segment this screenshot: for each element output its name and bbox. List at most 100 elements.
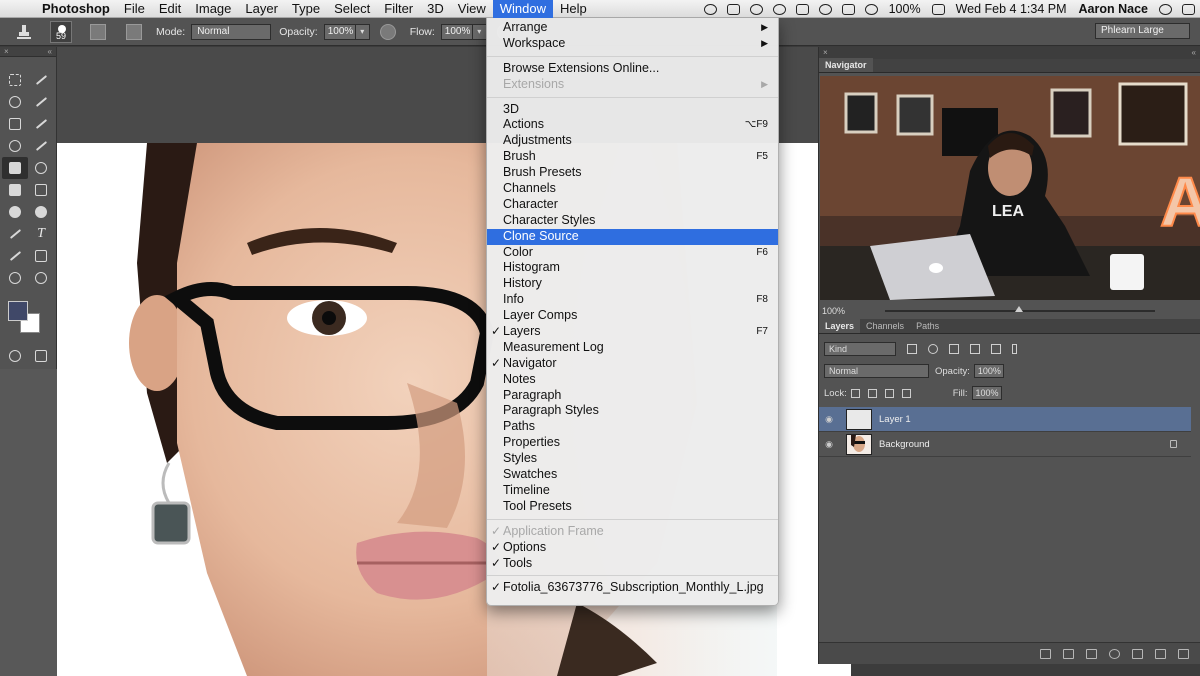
filter-smart-object-icon[interactable] [991, 344, 1001, 354]
filter-type-icon[interactable] [949, 344, 959, 354]
menu-item-adjustments[interactable]: Adjustments [487, 133, 778, 149]
menu-item-properties[interactable]: Properties [487, 435, 778, 451]
menu-item-histogram[interactable]: Histogram [487, 260, 778, 276]
filter-toggle-icon[interactable] [1012, 344, 1017, 354]
menu-app-name[interactable]: Photoshop [40, 0, 117, 18]
mode-select[interactable]: Normal [191, 23, 272, 40]
eyedropper-tool[interactable] [28, 113, 54, 135]
healing-brush-tool[interactable] [2, 135, 28, 157]
menu-item-arrange[interactable]: Arrange ▶ [487, 20, 778, 36]
layer-lock-icon[interactable] [1170, 440, 1177, 448]
menu-3d[interactable]: 3D [420, 0, 451, 18]
collapse-panel-icon[interactable]: « [48, 47, 52, 56]
workspace-preset-select[interactable]: Phlearn Large [1095, 23, 1190, 39]
tools-panel-header[interactable]: × « [0, 47, 56, 57]
lock-pixels-icon[interactable] [867, 388, 877, 398]
filter-adjustment-icon[interactable] [928, 344, 938, 354]
visibility-eye-icon[interactable]: ◉ [819, 439, 839, 450]
delete-layer-trash-icon[interactable] [1178, 648, 1189, 659]
new-layer-icon[interactable] [1155, 648, 1166, 659]
menu-item-paths[interactable]: Paths [487, 419, 778, 435]
filter-pixel-icon[interactable] [907, 344, 917, 354]
menu-help[interactable]: Help [553, 0, 594, 18]
menu-image[interactable]: Image [188, 0, 238, 18]
navigator-zoom-value[interactable]: 100% [822, 306, 845, 316]
navigator-zoom-slider[interactable] [885, 305, 1156, 312]
toggle-clone-source-panel-icon[interactable] [126, 23, 142, 40]
blur-tool[interactable] [2, 201, 28, 223]
flow-dropdown-icon[interactable]: ▾ [472, 23, 487, 40]
blend-mode-select[interactable]: Normal [824, 364, 929, 378]
flow-field[interactable]: 100% [440, 23, 473, 40]
notification-bell-icon[interactable] [772, 3, 786, 15]
add-mask-icon[interactable] [1086, 648, 1097, 659]
rectangle-tool[interactable] [28, 245, 54, 267]
menu-item-workspace[interactable]: Workspace ▶ [487, 36, 778, 52]
menu-item-brush-presets[interactable]: Brush Presets [487, 165, 778, 181]
magic-wand-tool[interactable] [28, 91, 54, 113]
filter-shape-icon[interactable] [970, 344, 980, 354]
fill-field[interactable]: 100% [971, 386, 1002, 400]
screen-mode-button[interactable] [28, 345, 54, 367]
wifi-icon[interactable] [864, 3, 878, 15]
crop-tool[interactable] [2, 113, 28, 135]
link-layers-icon[interactable] [1040, 648, 1051, 659]
menu-item-brush[interactable]: Brush F5 [487, 149, 778, 165]
menu-item-measurement-log[interactable]: Measurement Log [487, 340, 778, 356]
menu-item-actions[interactable]: Actions ⌥F9 [487, 117, 778, 133]
menu-item-layers[interactable]: ✓ Layers F7 [487, 324, 778, 340]
menu-item-layer-comps[interactable]: Layer Comps [487, 308, 778, 324]
display-icon[interactable] [795, 3, 809, 15]
menu-item-navigator[interactable]: ✓ Navigator [487, 356, 778, 372]
clone-stamp-tool[interactable] [2, 157, 28, 179]
tab-navigator[interactable]: Navigator [819, 58, 873, 72]
menu-item-info[interactable]: Info F8 [487, 292, 778, 308]
lock-transparent-icon[interactable] [850, 388, 860, 398]
menu-select[interactable]: Select [327, 0, 377, 18]
tab-channels[interactable]: Channels [860, 319, 910, 333]
close-panel-icon[interactable]: × [4, 47, 9, 56]
menu-item-character-styles[interactable]: Character Styles [487, 213, 778, 229]
new-group-folder-icon[interactable] [1132, 648, 1143, 659]
hand-tool[interactable] [2, 267, 28, 289]
menu-edit[interactable]: Edit [152, 0, 188, 18]
type-tool[interactable]: T [28, 223, 54, 245]
spotlight-search-icon[interactable] [1159, 3, 1172, 15]
layer-opacity-field[interactable]: 100% [973, 364, 1004, 378]
brush-tool[interactable] [28, 135, 54, 157]
battery-icon[interactable] [931, 3, 945, 15]
zoom-slider-knob[interactable] [1015, 305, 1024, 312]
layer-name[interactable]: Layer 1 [879, 414, 911, 425]
history-brush-tool[interactable] [28, 157, 54, 179]
toggle-brush-panel-icon[interactable] [90, 23, 106, 40]
menu-item-tool-presets[interactable]: Tool Presets [487, 499, 778, 515]
clone-stamp-tool-preset-icon[interactable] [8, 21, 40, 43]
clock[interactable]: Wed Feb 4 1:34 PM [950, 2, 1073, 16]
eraser-tool[interactable] [2, 179, 28, 201]
airplay-icon[interactable] [841, 3, 855, 15]
layer-name[interactable]: Background [879, 439, 930, 450]
menu-item-notes[interactable]: Notes [487, 372, 778, 388]
brush-size-picker[interactable]: 59 [50, 20, 72, 43]
menu-file[interactable]: File [117, 0, 152, 18]
navigator-preview[interactable]: A LEA [820, 76, 1200, 300]
menu-type[interactable]: Type [285, 0, 327, 18]
tab-paths[interactable]: Paths [910, 319, 945, 333]
layer-row-background[interactable]: ◉ Background [819, 432, 1191, 457]
menu-item-character[interactable]: Character [487, 197, 778, 213]
menu-item-color[interactable]: Color F6 [487, 245, 778, 261]
user-name[interactable]: Aaron Nace [1073, 2, 1154, 16]
menu-item-fotolia-63673776-subscription-monthly-l-jpg[interactable]: ✓ Fotolia_63673776_Subscription_Monthly_L… [487, 580, 778, 596]
menu-item-tools[interactable]: ✓ Tools [487, 556, 778, 572]
menu-filter[interactable]: Filter [377, 0, 420, 18]
menu-item-paragraph[interactable]: Paragraph [487, 388, 778, 404]
opacity-field[interactable]: 100% [323, 23, 356, 40]
lasso-tool[interactable] [2, 91, 28, 113]
menu-window[interactable]: Window [492, 0, 553, 18]
lock-all-icon[interactable] [901, 388, 911, 398]
menu-item-swatches[interactable]: Swatches [487, 467, 778, 483]
creative-cloud-icon[interactable] [749, 3, 763, 15]
layer-style-fx-icon[interactable] [1063, 648, 1074, 659]
menu-item-3d[interactable]: 3D [487, 102, 778, 118]
menu-item-paragraph-styles[interactable]: Paragraph Styles [487, 403, 778, 419]
